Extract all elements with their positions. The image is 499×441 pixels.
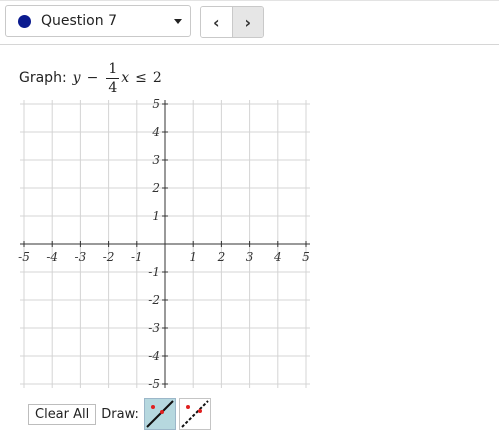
clear-all-button[interactable]: Clear All [28,403,97,425]
fraction-denominator: 4 [108,79,118,96]
y-tick-label: -4 [148,349,160,363]
x-tick-label: 3 [246,250,254,264]
fraction-numerator: 1 [106,60,120,79]
chevron-left-icon: ‹ [212,12,220,32]
solid-line-icon [146,400,174,428]
question-prompt: Graph: y − 1 4 x ≤ 2 [19,58,162,98]
draw-label: Draw: [101,406,139,422]
lhs-variable: y [72,70,81,86]
y-tick-label: 4 [151,125,160,139]
x-tick-label: 1 [189,250,197,264]
x-tick-label: -4 [46,250,58,264]
question-status-dot [18,15,31,28]
coordinate-grid[interactable]: -5 -4 -3 -2 -1 1 2 3 4 5 5 4 3 2 1 -1 -2 -3 -4 -5 [0,96,330,392]
y-tick-label: -5 [148,377,160,391]
y-tick-label: -2 [148,293,160,307]
question-select-label: Question 7 [41,13,117,29]
next-question-button[interactable]: › [231,7,263,37]
x-tick-label: 4 [273,250,282,264]
inequality-expression: y − 1 4 x ≤ 2 [73,62,162,95]
axes [20,100,310,388]
fraction: 1 4 [106,60,120,96]
y-tick-label: 2 [151,181,160,195]
rhs-value: 2 [152,70,162,86]
top-divider [0,0,499,1]
x-tick-label: -2 [103,250,115,264]
x-tick-label: 2 [217,250,226,264]
y-tick-label: 3 [152,153,160,167]
x-variable: x [121,70,130,86]
chevron-down-icon [174,19,182,24]
dashed-line-tool[interactable] [178,398,211,430]
y-tick-label: 1 [152,209,160,223]
top-toolbar: Question 7 ‹ › [0,0,499,45]
y-tick-label: -3 [148,321,160,335]
question-select[interactable]: Question 7 [5,5,191,37]
y-tick-label: -1 [148,265,160,279]
x-tick-label: 5 [302,250,310,264]
graph-area[interactable]: -5 -4 -3 -2 -1 1 2 3 4 5 5 4 3 2 1 -1 -2 -3 -4 -5 [0,96,330,392]
previous-question-button[interactable]: ‹ [201,7,232,37]
graph-toolbar: Clear All Draw: [28,397,214,431]
prompt-label: Graph: [19,70,67,86]
x-tick-label: -5 [18,250,30,264]
dashed-line-icon [181,400,209,428]
x-tick-label: -1 [131,250,143,264]
question-nav: ‹ › [200,6,264,38]
x-tick-label: -3 [75,250,87,264]
y-tick-label: 5 [152,97,160,111]
chevron-right-icon: › [244,12,252,32]
relation-symbol: ≤ [135,70,147,86]
minus-sign: − [86,70,99,86]
solid-line-tool[interactable] [143,398,176,430]
